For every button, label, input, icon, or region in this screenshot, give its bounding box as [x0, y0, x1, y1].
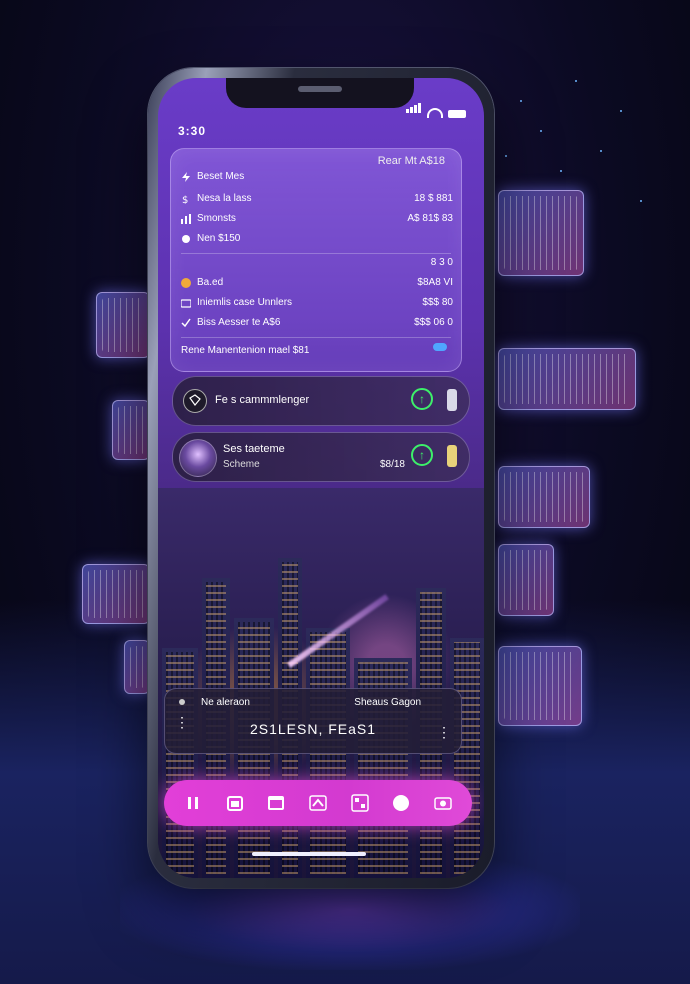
status-time: 3:30 — [178, 124, 207, 138]
building — [450, 638, 484, 878]
record-icon[interactable] — [391, 793, 411, 813]
summary-row-value: $$$ 06 0 — [414, 317, 453, 328]
summary-row-label: Biss Aesser te A$6 — [197, 317, 281, 328]
more-icon[interactable]: ⋮ — [175, 715, 189, 729]
holo-panel — [82, 564, 150, 624]
summary-row[interactable]: $ Nesa la lass 18 $ 881 — [181, 193, 453, 209]
summary-row-label: Iniemlis case Unnlers — [197, 297, 293, 308]
app-dock — [164, 780, 472, 826]
notification-title: Fe s cammmlenger — [215, 394, 310, 406]
grid-icon[interactable] — [350, 793, 370, 813]
summary-row[interactable]: Beset Mes — [181, 171, 453, 187]
wifi-icon — [427, 108, 443, 118]
summary-row-value: $$$ 80 — [422, 297, 453, 308]
summary-row-label: Beset Mes — [197, 171, 245, 182]
summary-row-label: Smonsts — [197, 213, 236, 224]
dot-icon — [179, 699, 185, 705]
svg-text:$: $ — [182, 195, 188, 204]
home-indicator[interactable] — [252, 852, 366, 856]
holo-panel — [498, 466, 590, 528]
app-icon — [183, 389, 207, 413]
building — [162, 648, 198, 878]
browser-icon[interactable] — [266, 793, 286, 813]
bars-icon — [181, 214, 191, 224]
phone-device: 3:30 Rear Mt A$18 Beset Mes $ Nesa la la… — [148, 68, 494, 888]
summary-row-label: Ba.ed — [197, 277, 224, 288]
summary-row-label: Nesa la lass — [197, 193, 252, 204]
tag-icon — [447, 445, 457, 467]
status-icons — [406, 100, 466, 118]
summary-row-value: $8A8 VI — [417, 277, 453, 288]
card-footer: Rene Manentenion mael $81 — [181, 345, 310, 356]
speaker-grille — [298, 86, 342, 92]
phone-screen: 3:30 Rear Mt A$18 Beset Mes $ Nesa la la… — [158, 78, 484, 878]
notch — [226, 78, 414, 108]
toggle-pill[interactable] — [433, 343, 447, 351]
summary-row[interactable]: Ba.ed $8A8 VI — [181, 277, 453, 293]
avatar — [179, 439, 217, 477]
notification-card[interactable]: Fe s cammmlenger ↑ — [172, 376, 470, 426]
notification-subtitle: Scheme — [223, 459, 260, 470]
notification-amount: $8/18 — [379, 459, 405, 470]
wallet-icon — [181, 299, 191, 308]
holo-panel — [498, 348, 636, 410]
pause-icon[interactable] — [183, 793, 203, 813]
summary-row[interactable]: Biss Aesser te A$6 $$$ 06 0 — [181, 317, 453, 333]
holo-panel — [498, 646, 582, 726]
summary-row[interactable]: Smonsts A$ 81$ 83 — [181, 213, 453, 229]
card-header-right: Rear Mt A$18 — [377, 155, 445, 167]
tag-icon — [447, 389, 457, 411]
check-icon — [181, 318, 191, 328]
circle-icon — [182, 235, 190, 243]
notification-title: Ses taeteme — [223, 443, 285, 455]
chevron-up-icon[interactable] — [308, 793, 328, 813]
summary-row[interactable]: 8 3 0 — [181, 257, 453, 273]
summary-row[interactable]: Iniemlis case Unnlers $$$ 80 — [181, 297, 453, 313]
summary-row-value: A$ 81$ 83 — [407, 213, 453, 224]
info-widget[interactable]: Ne aleraon Sheaus Gagon 2S1LESN, FEaS1 ⋮… — [164, 688, 462, 754]
summary-row-value: 18 $ 881 — [414, 193, 453, 204]
signal-icon — [406, 100, 422, 118]
dollar-icon: $ — [182, 195, 188, 204]
widget-right-label: Sheaus Gagon — [354, 697, 421, 708]
arrow-up-icon[interactable]: ↑ — [411, 444, 433, 466]
holo-panel — [498, 544, 554, 616]
widget-left-label: Ne aleraon — [201, 697, 250, 708]
arrow-up-icon[interactable]: ↑ — [411, 388, 433, 410]
holo-panel — [124, 640, 150, 694]
more-icon[interactable]: ⋮ — [437, 725, 451, 739]
card-divider — [181, 337, 451, 338]
card-divider — [181, 253, 451, 254]
notification-card[interactable]: Ses taeteme Scheme $8/18 ↑ — [172, 432, 470, 482]
coin-icon — [181, 278, 191, 288]
summary-row-label: Nen $150 — [197, 233, 241, 244]
camera-icon[interactable] — [433, 793, 453, 813]
summary-row[interactable]: Nen $150 — [181, 233, 453, 249]
calendar-icon[interactable] — [225, 793, 245, 813]
widget-value: 2S1LESN, FEaS1 — [249, 721, 377, 737]
battery-icon — [448, 110, 466, 118]
holo-panel — [498, 190, 584, 276]
summary-card[interactable]: Rear Mt A$18 Beset Mes $ Nesa la lass 18… — [170, 148, 462, 372]
holo-panel — [112, 400, 150, 460]
summary-row-value: 8 3 0 — [430, 257, 453, 268]
holo-panel — [96, 292, 150, 358]
bolt-icon — [182, 172, 190, 182]
